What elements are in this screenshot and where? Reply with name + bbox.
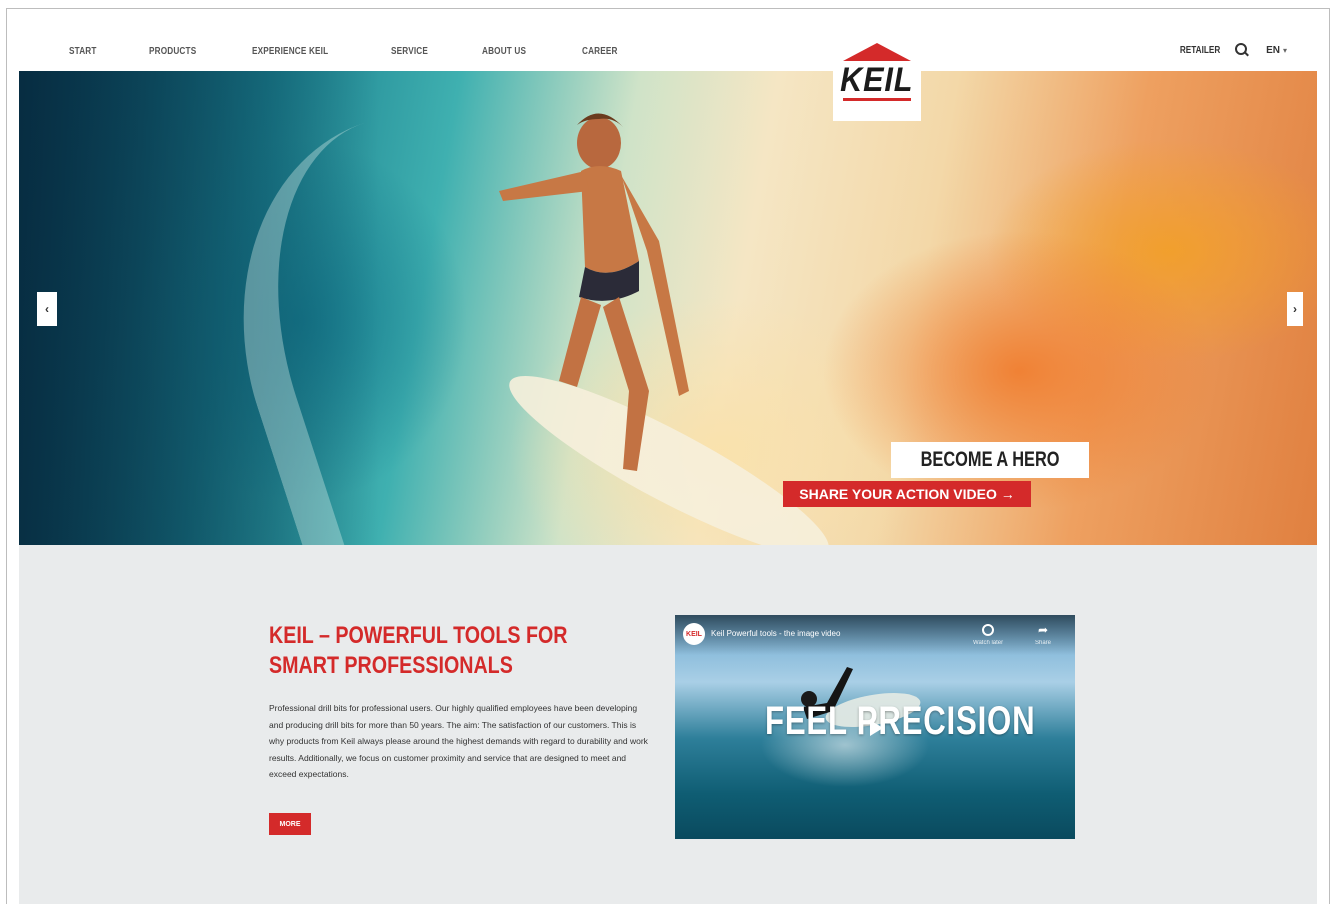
chevron-right-icon: ›	[1293, 302, 1297, 316]
retailer-link[interactable]: RETAILER	[1180, 45, 1220, 56]
chevron-left-icon: ‹	[45, 302, 49, 316]
browser-page: START PRODUCTS EXPERIENCE KEIL SERVICE A…	[6, 8, 1330, 904]
share-action-video-button[interactable]: SHARE YOUR ACTION VIDEO →	[783, 481, 1031, 507]
logo-text: KEIL	[840, 61, 914, 99]
video-title[interactable]: Keil Powerful tools - the image video	[711, 629, 840, 638]
nav-item-about-us[interactable]: ABOUT US	[482, 46, 526, 57]
chevron-down-icon: ▾	[1282, 45, 1287, 55]
youtube-video-embed[interactable]: KEIL Keil Powerful tools - the image vid…	[675, 615, 1075, 839]
share-icon: ➦	[1037, 623, 1049, 637]
nav-item-experience-keil[interactable]: EXPERIENCE KEIL	[252, 46, 328, 57]
play-icon[interactable]	[863, 716, 887, 740]
utility-menu: RETAILER EN ▾	[1171, 42, 1287, 58]
hero-cta-label: SHARE YOUR ACTION VIDEO →	[799, 486, 1015, 502]
nav-item-products[interactable]: PRODUCTS	[149, 46, 196, 57]
top-navigation: START PRODUCTS EXPERIENCE KEIL SERVICE A…	[7, 9, 1329, 71]
intro-section: KEIL – POWERFUL TOOLS FOR SMART PROFESSI…	[19, 545, 1317, 904]
more-button[interactable]: MORE	[269, 813, 311, 835]
keil-logo[interactable]: KEIL	[833, 39, 921, 121]
language-label: EN	[1266, 44, 1280, 56]
watch-later-button[interactable]: Watch later	[973, 624, 1003, 646]
slider-next-button[interactable]: ›	[1287, 292, 1303, 326]
intro-body-text: Professional drill bits for professional…	[269, 703, 648, 779]
share-button[interactable]: ➦ Share	[1035, 624, 1051, 646]
nav-item-career[interactable]: CAREER	[582, 46, 618, 57]
channel-avatar[interactable]: KEIL	[683, 623, 705, 645]
language-selector[interactable]: EN ▾	[1266, 45, 1287, 56]
search-icon[interactable]	[1234, 42, 1250, 58]
main-menu: START PRODUCTS EXPERIENCE KEIL SERVICE A…	[69, 46, 672, 57]
clock-icon	[982, 624, 995, 636]
hero-title-box: BECOME A HERO	[891, 442, 1090, 478]
intro-headline: KEIL – POWERFUL TOOLS FOR SMART PROFESSI…	[269, 622, 568, 679]
watch-later-label: Watch later	[973, 640, 1004, 646]
hero-image-surfer	[499, 113, 689, 471]
hero-title: BECOME A HERO	[920, 448, 1060, 471]
logo-roof-shape	[843, 43, 911, 61]
video-overlay-text: FEEL PRECISION	[765, 699, 1036, 743]
share-label: Share	[1035, 640, 1052, 646]
slider-prev-button[interactable]: ‹	[37, 292, 57, 326]
nav-item-service[interactable]: SERVICE	[391, 46, 428, 57]
nav-item-start[interactable]: START	[69, 46, 97, 57]
hero-slider: ‹ › BECOME A HERO SHARE YOUR ACTION VIDE…	[19, 71, 1317, 545]
